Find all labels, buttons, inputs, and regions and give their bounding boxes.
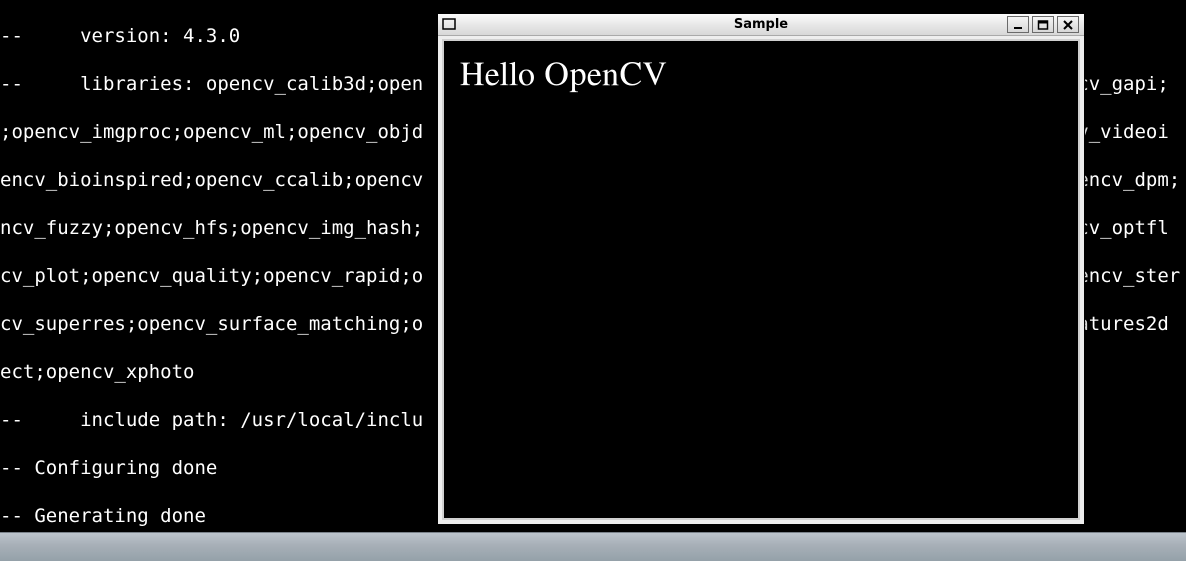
window-app-icon <box>441 16 457 32</box>
terminal-line: -- libraries: opencv_calib3d;open <box>0 73 423 95</box>
maximize-button[interactable] <box>1032 16 1054 33</box>
terminal-line: -- Generating done <box>0 505 206 527</box>
canvas-text: Hello OpenCV <box>460 57 667 94</box>
terminal-line: -- version: 4.3.0 <box>0 25 240 47</box>
terminal-line: ncv_fuzzy;opencv_hfs;opencv_img_hash; <box>0 217 423 239</box>
terminal-line: encv_ster <box>1077 265 1180 287</box>
terminal-line: -- Configuring done <box>0 457 217 479</box>
terminal-line: cv_gapi; <box>1077 73 1169 95</box>
opencv-sample-window[interactable]: Sample Hello OpenCV <box>437 13 1085 525</box>
terminal-line: encv_bioinspired;opencv_ccalib;opencv <box>0 169 423 191</box>
opencv-canvas: Hello OpenCV <box>442 39 1080 520</box>
terminal-line: encv_dpm; <box>1077 169 1180 191</box>
window-title: Sample <box>438 14 1084 35</box>
taskbar[interactable] <box>0 532 1186 561</box>
window-titlebar[interactable]: Sample <box>438 14 1084 36</box>
close-button[interactable] <box>1057 16 1079 33</box>
terminal-line: cv_plot;opencv_quality;opencv_rapid;o <box>0 265 423 287</box>
terminal-line: ect;opencv_xphoto <box>0 361 194 383</box>
terminal-line: -- include path: /usr/local/inclu <box>0 409 423 431</box>
terminal-line: v_videoi <box>1077 121 1169 143</box>
minimize-button[interactable] <box>1007 16 1029 33</box>
terminal-line: cv_superres;opencv_surface_matching;o <box>0 313 423 335</box>
terminal-line: ;opencv_imgproc;opencv_ml;opencv_objd <box>0 121 423 143</box>
terminal-line: cv_optfl <box>1077 217 1169 239</box>
taskbar-label <box>0 534 20 546</box>
terminal-line: atures2d <box>1077 313 1169 335</box>
